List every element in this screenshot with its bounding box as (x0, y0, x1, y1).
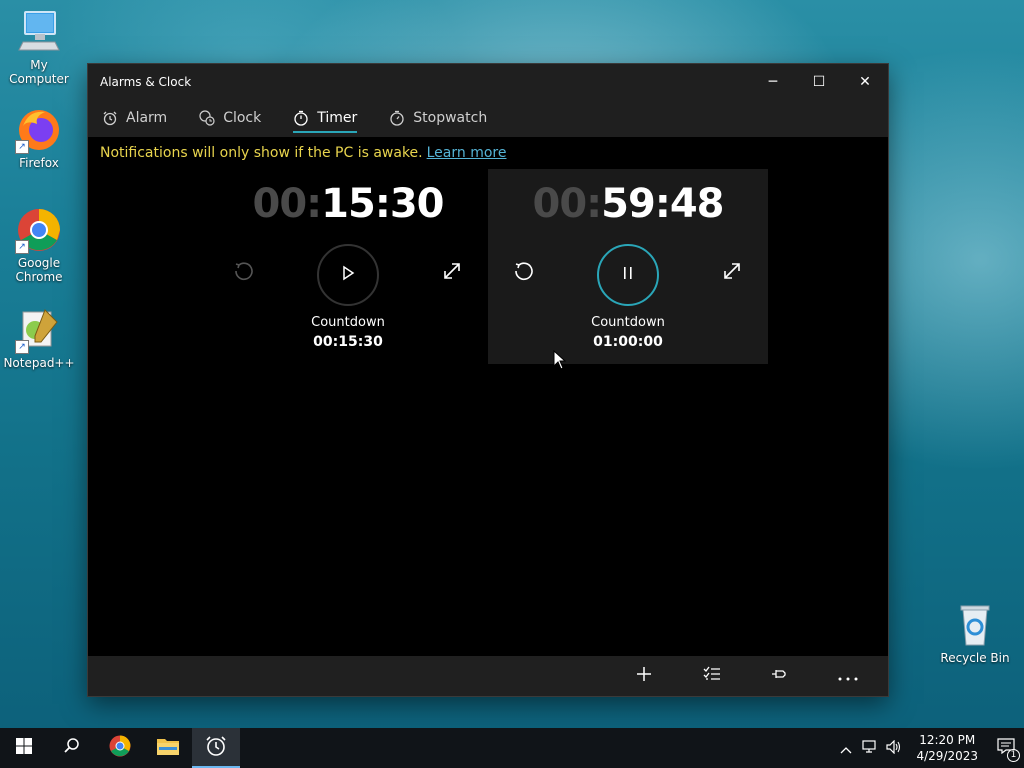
play-icon (339, 264, 357, 286)
tab-label: Alarm (126, 110, 168, 126)
timer-total: 01:00:00 (593, 334, 663, 350)
expand-button[interactable] (436, 257, 468, 289)
notepad-plus-plus-icon: ↗ (15, 306, 63, 354)
tab-stopwatch[interactable]: Stopwatch (389, 99, 487, 137)
globe-clock-icon (199, 110, 215, 126)
taskbar-file-explorer[interactable] (144, 728, 192, 768)
timer-time-display: 00:59:48 (488, 181, 768, 227)
start-button[interactable] (0, 728, 48, 768)
timer-remaining: 59:48 (601, 181, 724, 227)
tab-label: Stopwatch (413, 110, 488, 126)
timer-name: Countdown (591, 315, 665, 330)
alarms-clock-window: Alarms & Clock ─ ☐ ✕ Alarm Clock Timer S… (88, 64, 888, 696)
add-timer-button[interactable] (610, 656, 678, 696)
tab-label: Clock (223, 110, 262, 126)
chrome-icon: ↗ (15, 206, 63, 254)
more-button[interactable] (814, 656, 882, 696)
chrome-icon (108, 734, 132, 762)
volume-button[interactable] (882, 728, 906, 768)
timer-remaining: 15:30 (321, 181, 444, 227)
recycle-bin-icon (951, 601, 999, 649)
expand-icon (721, 260, 743, 286)
alarm-icon (102, 110, 118, 126)
minimize-button[interactable]: ─ (750, 64, 796, 99)
title-bar[interactable]: Alarms & Clock ─ ☐ ✕ (88, 64, 888, 99)
desktop-icon-label: Recycle Bin (940, 651, 1010, 665)
desktop-icon-my-computer[interactable]: My Computer (0, 8, 79, 86)
taskbar-chrome[interactable] (96, 728, 144, 768)
taskbar-alarms-clock[interactable] (192, 728, 240, 768)
mouse-cursor-icon (553, 349, 567, 374)
alarms-clock-icon (205, 735, 227, 761)
desktop-icon-recycle-bin[interactable]: Recycle Bin (935, 601, 1015, 665)
shortcut-arrow-icon: ↗ (15, 340, 29, 354)
notice-text: Notifications will only show if the PC i… (100, 145, 423, 161)
search-icon (63, 737, 81, 759)
stopwatch-icon (389, 110, 405, 126)
select-timers-button[interactable] (678, 656, 746, 696)
computer-icon (15, 8, 63, 56)
show-hidden-icons-button[interactable] (834, 728, 858, 768)
learn-more-link[interactable]: Learn more (427, 145, 507, 161)
notification-count-badge: 1 (1007, 749, 1020, 762)
timer-hours: 00: (252, 181, 323, 227)
clock-time: 12:20 PM (919, 733, 976, 747)
desktop-icon-label: Google Chrome (15, 256, 63, 284)
add-icon (635, 665, 653, 687)
taskbar-clock[interactable]: 12:20 PM 4/29/2023 (906, 732, 988, 764)
maximize-button[interactable]: ☐ (796, 64, 842, 99)
expand-button[interactable] (716, 257, 748, 289)
desktop-icon-notepad-plus-plus[interactable]: ↗ Notepad++ (0, 306, 79, 370)
select-list-icon (703, 665, 721, 687)
start-icon (15, 737, 33, 759)
search-button[interactable] (48, 728, 96, 768)
window-title: Alarms & Clock (100, 74, 192, 89)
desktop-icon-firefox[interactable]: ↗ Firefox (0, 106, 79, 170)
timer-name: Countdown (311, 315, 385, 330)
pause-button[interactable] (597, 244, 659, 306)
chevron-up-icon (840, 739, 852, 758)
shortcut-arrow-icon: ↗ (15, 140, 29, 154)
timer-total: 00:15:30 (313, 334, 383, 350)
timer-card[interactable]: 00:59:48 Countdown 01:00:00 (488, 169, 768, 364)
pause-icon (619, 264, 637, 286)
reset-button[interactable] (508, 257, 540, 289)
system-tray: 12:20 PM 4/29/2023 1 (834, 728, 1024, 768)
close-button[interactable]: ✕ (842, 64, 888, 99)
timer-card[interactable]: 00:15:30 Countdown 00:15:30 (208, 169, 488, 364)
command-bar (88, 656, 888, 696)
clock-date: 4/29/2023 (916, 749, 978, 763)
pin-button[interactable] (746, 656, 814, 696)
timer-icon (293, 110, 309, 126)
volume-icon (886, 739, 902, 758)
desktop-icon-label: My Computer (9, 58, 69, 86)
reset-icon (512, 259, 536, 287)
tab-alarm[interactable]: Alarm (102, 99, 167, 137)
reset-icon (232, 259, 256, 287)
tab-timer[interactable]: Timer (293, 99, 358, 137)
tab-label: Timer (317, 110, 358, 126)
notification-notice: Notifications will only show if the PC i… (100, 145, 506, 161)
pin-icon (771, 665, 789, 687)
more-icon (837, 667, 859, 686)
tab-clock[interactable]: Clock (199, 99, 261, 137)
reset-button[interactable] (228, 257, 260, 289)
timer-hours: 00: (532, 181, 603, 227)
tab-bar: Alarm Clock Timer Stopwatch (88, 99, 888, 137)
network-button[interactable] (858, 728, 882, 768)
expand-icon (441, 260, 463, 286)
action-center-button[interactable]: 1 (988, 728, 1024, 768)
taskbar: 12:20 PM 4/29/2023 1 (0, 728, 1024, 768)
network-icon (862, 739, 878, 758)
desktop-icon-label: Firefox (19, 156, 59, 170)
desktop-icon-label: Notepad++ (3, 356, 75, 370)
shortcut-arrow-icon: ↗ (15, 240, 29, 254)
play-button[interactable] (317, 244, 379, 306)
file-explorer-icon (156, 736, 180, 760)
timer-time-display: 00:15:30 (208, 181, 488, 227)
desktop-icon-google-chrome[interactable]: ↗ Google Chrome (0, 206, 79, 284)
firefox-icon: ↗ (15, 106, 63, 154)
